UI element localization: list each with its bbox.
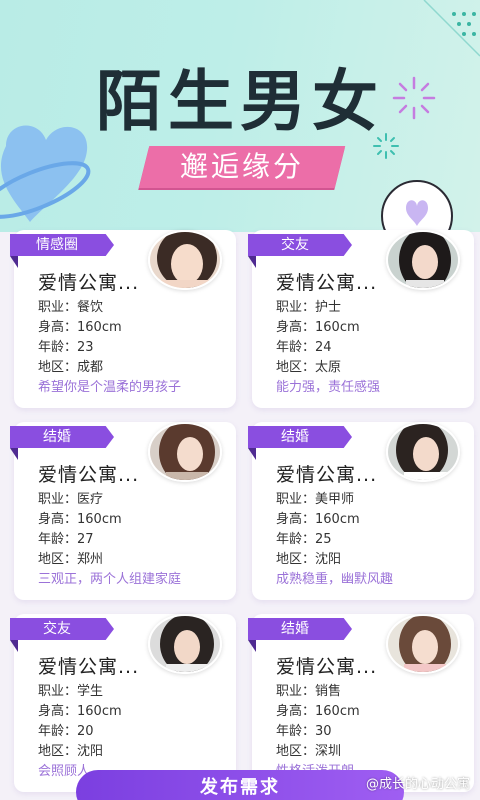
banner: 陌生男女 邂逅缘分	[0, 0, 480, 232]
avatar[interactable]	[148, 614, 222, 674]
profile-card[interactable]: 交友 爱情公寓... 职业：护士 身高：160cm 年龄：24 地区：太原 能力…	[248, 230, 474, 408]
profile-name: 爱情公寓...	[38, 464, 140, 486]
profile-card[interactable]: 结婚 爱情公寓... 职业：医疗 身高：160cm 年龄：27 地区：郑州 三观…	[10, 422, 236, 600]
profile-motto: 成熟稳重，幽默风趣	[276, 572, 394, 587]
profile-motto: 三观正，两个人组建家庭	[38, 572, 182, 587]
profile-height: 身高：160cm	[276, 512, 360, 527]
sparkle-icon	[373, 133, 399, 159]
profile-area: 地区：太原	[276, 360, 342, 375]
profile-name: 爱情公寓...	[276, 656, 378, 678]
avatar[interactable]	[386, 614, 460, 674]
tag-fold	[248, 256, 256, 268]
tag-fold	[10, 256, 18, 268]
avatar[interactable]	[148, 422, 222, 482]
profile-height: 身高：160cm	[276, 320, 360, 335]
profile-job: 职业：护士	[276, 300, 342, 315]
avatar[interactable]	[148, 230, 222, 290]
profile-name: 爱情公寓...	[276, 464, 378, 486]
profile-age: 年龄：30	[276, 724, 332, 739]
profile-name: 爱情公寓...	[38, 656, 140, 678]
profile-area: 地区：沈阳	[276, 552, 342, 567]
category-tag: 结婚	[10, 426, 114, 448]
profile-name: 爱情公寓...	[276, 272, 378, 294]
tag-fold	[10, 448, 18, 460]
profile-card[interactable]: 交友 爱情公寓... 职业：学生 身高：160cm 年龄：20 地区：沈阳 会照…	[10, 614, 236, 792]
profile-motto: 能力强，责任感强	[276, 380, 381, 395]
sparkle-icon	[392, 76, 436, 120]
publish-request-button[interactable]: 发布需求	[76, 770, 404, 800]
profile-height: 身高：160cm	[276, 704, 360, 719]
profile-age: 年龄：27	[38, 532, 94, 547]
heart-icon	[0, 125, 91, 222]
profile-job: 职业：销售	[276, 684, 342, 699]
profile-age: 年龄：23	[38, 340, 94, 355]
tag-fold	[248, 448, 256, 460]
profile-age: 年龄：20	[38, 724, 94, 739]
profile-motto: 希望你是个温柔的男孩子	[38, 380, 182, 395]
profile-job: 职业：美甲师	[276, 492, 355, 507]
avatar[interactable]	[386, 230, 460, 290]
profile-job: 职业：餐饮	[38, 300, 104, 315]
tag-fold	[248, 640, 256, 652]
profile-area: 地区：沈阳	[38, 744, 104, 759]
category-tag: 结婚	[248, 618, 352, 640]
category-tag: 交友	[10, 618, 114, 640]
profile-height: 身高：160cm	[38, 704, 122, 719]
banner-subtitle-ribbon: 邂逅缘分	[138, 146, 346, 188]
profile-job: 职业：医疗	[38, 492, 104, 507]
category-tag: 结婚	[248, 426, 352, 448]
profile-area: 地区：郑州	[38, 552, 104, 567]
profile-height: 身高：160cm	[38, 512, 122, 527]
profile-height: 身高：160cm	[38, 320, 122, 335]
banner-subtitle: 邂逅缘分	[179, 150, 304, 183]
profile-area: 地区：深圳	[276, 744, 342, 759]
profile-card[interactable]: 结婚 爱情公寓... 职业：销售 身高：160cm 年龄：30 地区：深圳 性格…	[248, 614, 474, 792]
profile-name: 爱情公寓...	[38, 272, 140, 294]
profile-card[interactable]: 情感圈 爱情公寓... 职业：餐饮 身高：160cm 年龄：23 地区：成都 希…	[10, 230, 236, 408]
profile-card[interactable]: 结婚 爱情公寓... 职业：美甲师 身高：160cm 年龄：25 地区：沈阳 成…	[248, 422, 474, 600]
category-tag: 情感圈	[10, 234, 114, 256]
profile-job: 职业：学生	[38, 684, 104, 699]
heart-badge-icon	[381, 180, 453, 232]
tag-fold	[10, 640, 18, 652]
watermark: @成长的心动公寓	[365, 777, 470, 792]
profile-age: 年龄：24	[276, 340, 332, 355]
avatar[interactable]	[386, 422, 460, 482]
category-tag: 交友	[248, 234, 352, 256]
profile-age: 年龄：25	[276, 532, 332, 547]
profile-area: 地区：成都	[38, 360, 104, 375]
